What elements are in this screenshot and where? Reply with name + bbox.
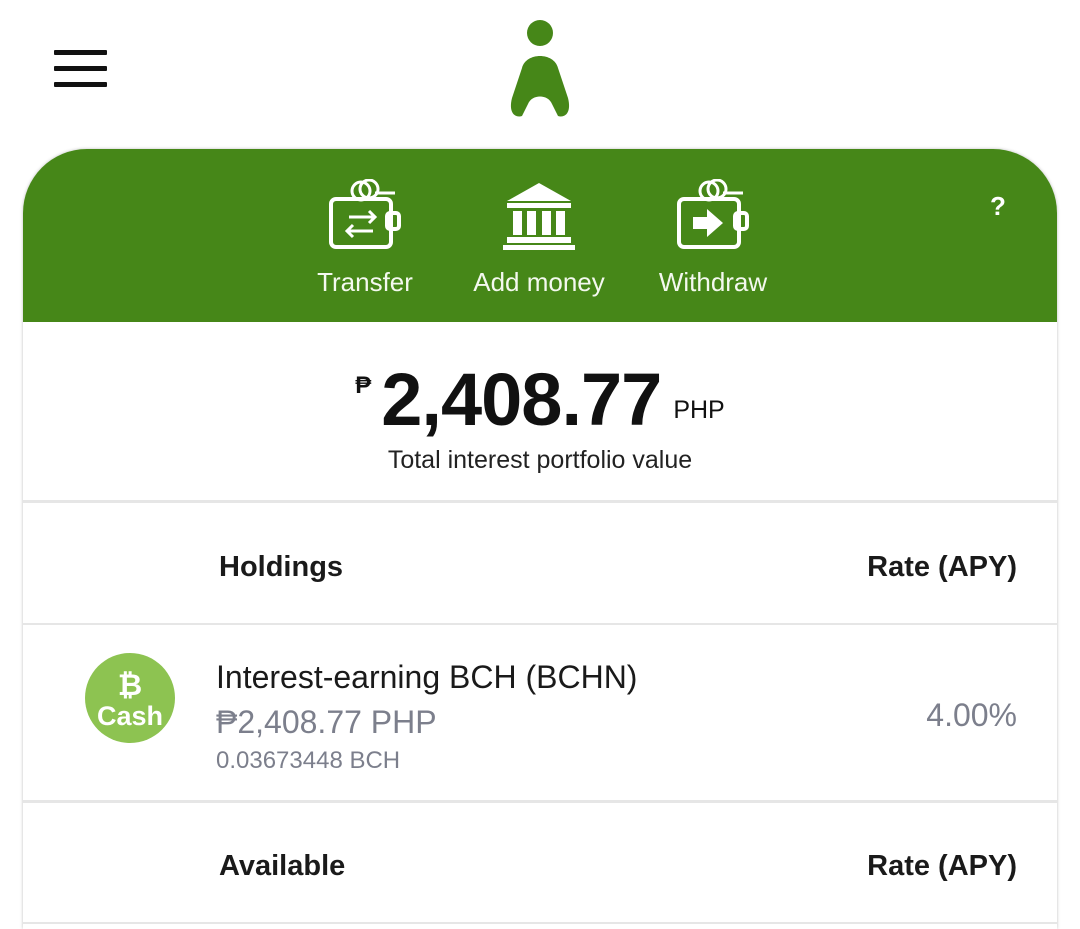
- help-button[interactable]: ?: [983, 191, 1013, 221]
- currency-symbol: ₱: [355, 372, 372, 399]
- add-money-button[interactable]: Add money: [449, 179, 629, 297]
- holdings-rate-header: Rate (APY): [867, 551, 1017, 583]
- currency-code: PHP: [673, 396, 725, 424]
- action-header: Transfer Add money Withdraw ?: [23, 149, 1057, 322]
- holding-rate: 4.00%: [926, 697, 1017, 733]
- withdraw-label: Withdraw: [658, 267, 768, 297]
- holding-name: Interest-earning BCH (BCHN): [216, 659, 638, 695]
- available-rate-header: Rate (APY): [867, 850, 1017, 882]
- transfer-label: Transfer: [317, 267, 413, 297]
- holding-crypto-value: 0.03673448 BCH: [216, 747, 401, 774]
- portfolio-amount: 2,408.77: [381, 358, 662, 441]
- hamburger-menu-icon[interactable]: [54, 50, 107, 88]
- available-header: Available Rate (APY): [23, 802, 1057, 924]
- bitcoin-cash-icon: ₿ Cash: [85, 653, 175, 743]
- coin-label: Cash: [97, 701, 163, 731]
- top-bar: [0, 0, 1080, 148]
- holding-fiat-value: ₱2,408.77 PHP: [216, 704, 437, 740]
- coin-symbol: ₿: [118, 668, 142, 703]
- holdings-title: Holdings: [219, 551, 344, 583]
- transfer-button[interactable]: Transfer: [275, 179, 455, 297]
- available-title: Available: [219, 850, 346, 882]
- bank-icon: [449, 179, 629, 251]
- holding-row-bch[interactable]: ₿ Cash Interest-earning BCH (BCHN) ₱2,40…: [23, 625, 1057, 803]
- wallet-transfer-icon: [275, 179, 455, 251]
- withdraw-button[interactable]: Withdraw: [623, 179, 803, 297]
- portfolio-total: ₱ 2,408.77 PHP Total interest portfolio va…: [23, 322, 1057, 503]
- portfolio-caption: Total interest portfolio value: [387, 446, 693, 474]
- portfolio-card: Transfer Add money Withdraw ? ₱ 2,408.77…: [23, 149, 1057, 929]
- portfolio-amount-row: ₱ 2,408.77 PHP: [23, 360, 1057, 440]
- wallet-withdraw-icon: [623, 179, 803, 251]
- holdings-header: Holdings Rate (APY): [23, 503, 1057, 625]
- app-logo: [508, 18, 572, 118]
- add-money-label: Add money: [473, 267, 605, 297]
